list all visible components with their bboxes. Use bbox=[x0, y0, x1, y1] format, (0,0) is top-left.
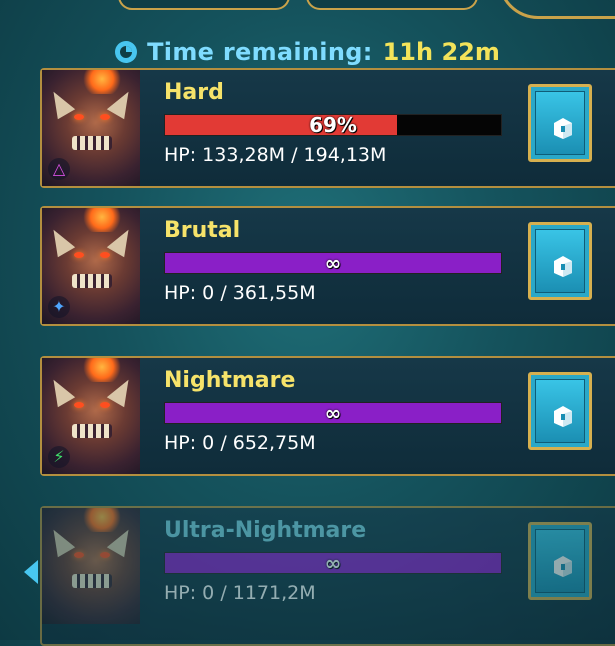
hp-value: HP: 0 / 1171,2M bbox=[164, 582, 316, 604]
difficulty-label: Ultra-Nightmare bbox=[164, 518, 367, 543]
difficulty-row-brutal[interactable]: ✦ Brutal ∞ HP: 0 / 361,55M bbox=[40, 206, 615, 326]
difficulty-row-hard[interactable]: △ Hard 69% HP: 133,28M / 194,13M bbox=[40, 68, 615, 188]
hp-value: HP: 0 / 652,75M bbox=[164, 432, 316, 454]
rewards-chest-button[interactable] bbox=[528, 222, 592, 300]
chest-icon bbox=[554, 256, 572, 277]
hp-progress-text: ∞ bbox=[324, 551, 342, 575]
top-tab-right[interactable] bbox=[306, 0, 478, 10]
rewards-chest-button[interactable] bbox=[528, 372, 592, 450]
top-corner-decoration bbox=[498, 0, 615, 19]
top-bar bbox=[0, 0, 615, 22]
magic-icon: ✦ bbox=[48, 296, 70, 318]
rewards-chest-button[interactable] bbox=[528, 84, 592, 162]
time-remaining: Time remaining: 11h 22m bbox=[0, 36, 615, 68]
hp-progress-text: ∞ bbox=[324, 251, 342, 275]
hp-progress-text: 69% bbox=[309, 113, 357, 137]
rewards-chest-button[interactable] bbox=[528, 522, 592, 600]
hp-value: HP: 0 / 361,55M bbox=[164, 282, 316, 304]
clock-icon bbox=[115, 41, 138, 63]
time-remaining-label: Time remaining: bbox=[147, 38, 373, 66]
hp-progress-bar: ∞ bbox=[164, 402, 502, 424]
triangle-icon: △ bbox=[48, 158, 70, 180]
chest-icon bbox=[554, 556, 572, 577]
force-icon: ⚡ bbox=[48, 446, 70, 468]
time-remaining-value: 11h 22m bbox=[382, 38, 500, 66]
difficulty-label: Nightmare bbox=[164, 368, 296, 393]
hp-progress-bar: ∞ bbox=[164, 252, 502, 274]
boss-portrait bbox=[42, 508, 140, 624]
difficulty-row-ultra-nightmare[interactable]: Ultra-Nightmare ∞ HP: 0 / 1171,2M bbox=[40, 506, 615, 646]
difficulty-label: Brutal bbox=[164, 218, 241, 243]
hp-progress-bar: ∞ bbox=[164, 552, 502, 574]
boss-portrait: ✦ bbox=[42, 208, 140, 324]
hp-value: HP: 133,28M / 194,13M bbox=[164, 144, 387, 166]
hp-progress-text: ∞ bbox=[324, 401, 342, 425]
chest-icon bbox=[554, 406, 572, 427]
hp-progress-bar: 69% bbox=[164, 114, 502, 136]
chest-icon bbox=[554, 118, 572, 139]
top-tab-left[interactable] bbox=[118, 0, 290, 10]
boss-portrait: ⚡ bbox=[42, 358, 140, 474]
boss-portrait: △ bbox=[42, 70, 140, 186]
difficulty-label: Hard bbox=[164, 80, 224, 105]
difficulty-row-nightmare[interactable]: ⚡ Nightmare ∞ HP: 0 / 652,75M bbox=[40, 356, 615, 476]
scroll-left-arrow-icon[interactable] bbox=[24, 560, 38, 584]
